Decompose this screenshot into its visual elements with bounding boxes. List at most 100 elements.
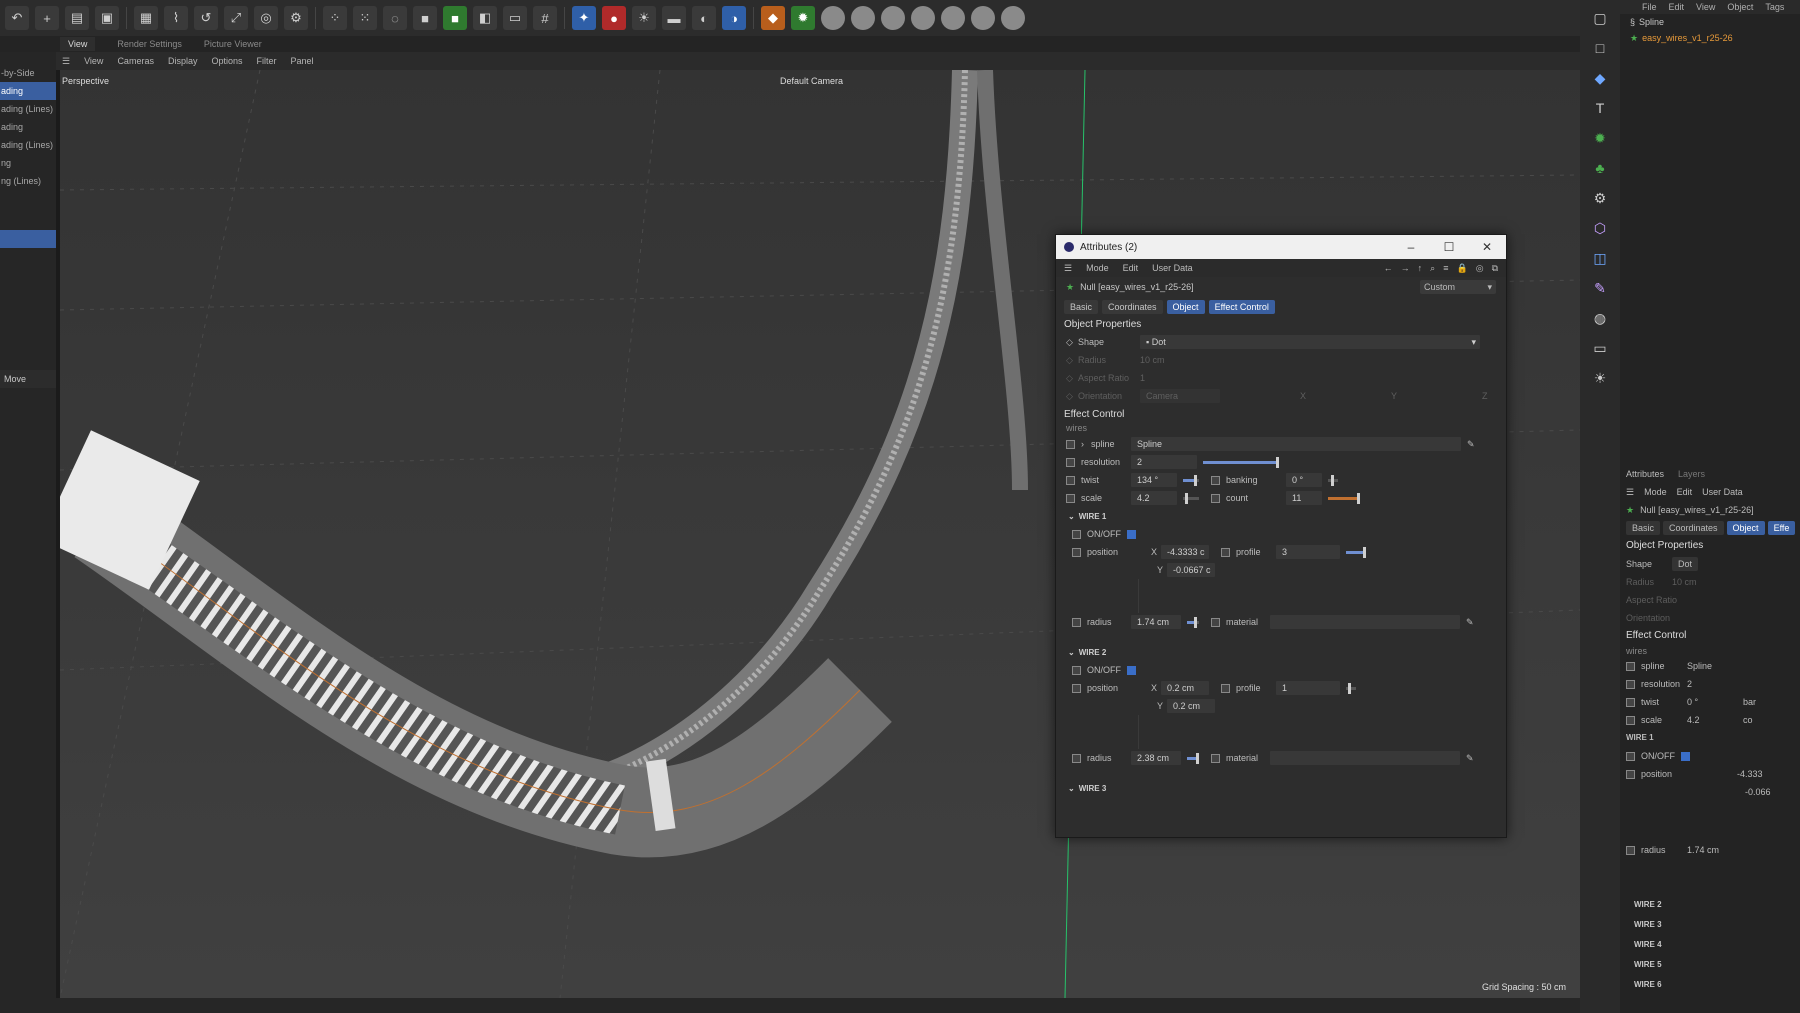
terminal-icon[interactable]: ▭ [503, 6, 527, 30]
radius-field[interactable]: 10 cm [1672, 573, 1697, 591]
checkbox[interactable] [1626, 715, 1635, 725]
keyframe-checkbox[interactable] [1211, 493, 1220, 503]
sun-icon[interactable]: ☀ [632, 6, 656, 30]
wire1-onoff-checkbox[interactable] [1127, 529, 1136, 539]
edges-icon[interactable]: ⁙ [353, 6, 377, 30]
wire2-position-y[interactable]: 0.2 cm [1167, 699, 1215, 713]
forward-arrow-icon[interactable]: → [1401, 263, 1410, 274]
sphere5-icon[interactable] [941, 6, 965, 30]
checkbox[interactable] [1626, 751, 1635, 761]
undo-icon[interactable]: ↶ [5, 6, 29, 30]
keyframe-checkbox[interactable] [1211, 753, 1220, 763]
viewport-camera-label[interactable]: Default Camera [780, 76, 843, 86]
half-circle-icon[interactable]: ◑ [722, 6, 746, 30]
menu-user-data[interactable]: User Data [1702, 483, 1743, 501]
keyframe-checkbox[interactable] [1072, 529, 1081, 539]
new-object-icon[interactable]: + [35, 6, 59, 30]
radius-slider[interactable] [1187, 616, 1199, 628]
maximize-icon[interactable]: ☐ [1430, 240, 1468, 254]
tab-effect-control[interactable]: Effect Control [1208, 300, 1275, 314]
tab-picture-viewer[interactable]: Picture Viewer [204, 39, 262, 49]
tab-object[interactable]: Object [1726, 521, 1765, 535]
wire-collapsed[interactable]: WIRE 4 [1620, 935, 1800, 955]
banking-slider[interactable] [1328, 474, 1338, 486]
scale-field[interactable]: 4.2 [1687, 711, 1737, 729]
shape-select[interactable]: ▪ Dot ▾ [1140, 335, 1480, 349]
checkbox[interactable] [1626, 679, 1635, 689]
hamburger-icon[interactable]: ☰ [1626, 483, 1634, 501]
wire2-material-field[interactable] [1270, 751, 1460, 765]
up-arrow-icon[interactable]: ↑ [1418, 263, 1423, 274]
tab-effect-control[interactable]: Effe [1767, 521, 1796, 535]
wire-collapsed[interactable]: WIRE 5 [1620, 955, 1800, 975]
target-icon[interactable]: ◎ [1476, 263, 1484, 274]
sphere7-icon[interactable] [1001, 6, 1025, 30]
wire1-header[interactable]: ⌄ WIRE 1 [1056, 507, 1506, 525]
cube-icon[interactable]: ■ [413, 6, 437, 30]
square-icon[interactable]: ▢ [1587, 6, 1613, 30]
keyframe-checkbox[interactable] [1066, 457, 1075, 467]
menu-mode[interactable]: Mode [1086, 263, 1109, 273]
menu-edit[interactable]: Edit [1123, 263, 1139, 273]
preset-dropdown[interactable]: Custom ▾ [1420, 280, 1496, 294]
grid-icon[interactable]: # [533, 6, 557, 30]
spline-field[interactable]: Spline [1687, 657, 1712, 675]
checkbox[interactable] [1626, 697, 1635, 707]
keyframe-checkbox[interactable] [1066, 475, 1075, 485]
scale-icon[interactable]: ⤢ [224, 6, 248, 30]
tab-view[interactable]: View [60, 37, 96, 51]
sphere4-icon[interactable] [911, 6, 935, 30]
wire2-position-x[interactable]: 0.2 cm [1161, 681, 1209, 695]
layout-item[interactable]: ading [0, 82, 56, 100]
camera-icon[interactable]: ▭ [1587, 336, 1613, 360]
scale-field[interactable]: 4.2 [1131, 491, 1177, 505]
radius-slider[interactable] [1187, 752, 1199, 764]
spline-pen-icon[interactable]: ✎ [1587, 276, 1613, 300]
light-icon[interactable]: ▬ [662, 6, 686, 30]
menu-panel[interactable]: Panel [291, 56, 314, 66]
record-icon[interactable]: ● [602, 6, 626, 30]
gear-icon[interactable]: ⚙ [1587, 186, 1613, 210]
save-icon[interactable]: ▤ [65, 6, 89, 30]
hamburger-icon[interactable]: ☰ [62, 56, 70, 67]
menu-options[interactable]: Options [211, 56, 242, 66]
layout-item[interactable]: ading (Lines) [0, 100, 56, 118]
tab-basic[interactable]: Basic [1626, 521, 1661, 535]
resolution-slider[interactable] [1203, 456, 1279, 468]
render-region-icon[interactable]: ▣ [95, 6, 119, 30]
wire-collapsed[interactable]: WIRE 3 [1620, 915, 1800, 935]
tab-render-settings[interactable]: Render Settings [117, 39, 182, 49]
pen-icon[interactable]: ✎ [1466, 617, 1474, 628]
twist-field[interactable]: 0 ° [1687, 693, 1737, 711]
keyframe-checkbox[interactable] [1072, 617, 1081, 627]
menu-mode[interactable]: Mode [1644, 483, 1667, 501]
keyframe-checkbox[interactable] [1066, 439, 1075, 449]
object-row-easy-wires[interactable]: ★ easy_wires_v1_r25-26 [1620, 30, 1800, 46]
layout-item[interactable]: ading (Lines) [0, 136, 56, 154]
object-row-spline[interactable]: § Spline [1620, 14, 1800, 30]
radius-field[interactable]: 1.74 cm [1687, 841, 1719, 859]
keyframe-checkbox[interactable] [1072, 683, 1081, 693]
search-icon[interactable]: ⌕ [1430, 263, 1435, 274]
scale-slider[interactable] [1183, 492, 1199, 504]
wire1-position-x[interactable]: -4.3333 c [1161, 545, 1209, 559]
position-y-field[interactable]: -0.066 [1745, 783, 1771, 801]
keyframe-checkbox[interactable] [1211, 475, 1220, 485]
wire1-radius-field[interactable]: 1.74 cm [1131, 615, 1181, 629]
wire-collapsed[interactable]: WIRE 2 [1620, 895, 1800, 915]
banking-field[interactable]: 0 ° [1286, 473, 1322, 487]
tab-basic[interactable]: Basic [1064, 300, 1099, 314]
profile-slider[interactable] [1346, 682, 1356, 694]
resolution-field[interactable]: 2 [1687, 675, 1692, 693]
green-gear-icon[interactable]: ✹ [1587, 126, 1613, 150]
plane-icon[interactable]: ◧ [473, 6, 497, 30]
keyframe-checkbox[interactable] [1221, 547, 1230, 557]
wire1-header[interactable]: WIRE 1 [1620, 729, 1800, 747]
twist-slider[interactable] [1183, 474, 1199, 486]
dialog-titlebar[interactable]: Attributes (2) – ☐ ✕ [1056, 235, 1506, 259]
minimize-icon[interactable]: – [1392, 240, 1430, 254]
text-icon[interactable]: T [1587, 96, 1613, 120]
menu-object[interactable]: Object [1727, 2, 1753, 12]
checkbox[interactable] [1626, 769, 1635, 779]
menu-edit[interactable]: Edit [1669, 2, 1685, 12]
